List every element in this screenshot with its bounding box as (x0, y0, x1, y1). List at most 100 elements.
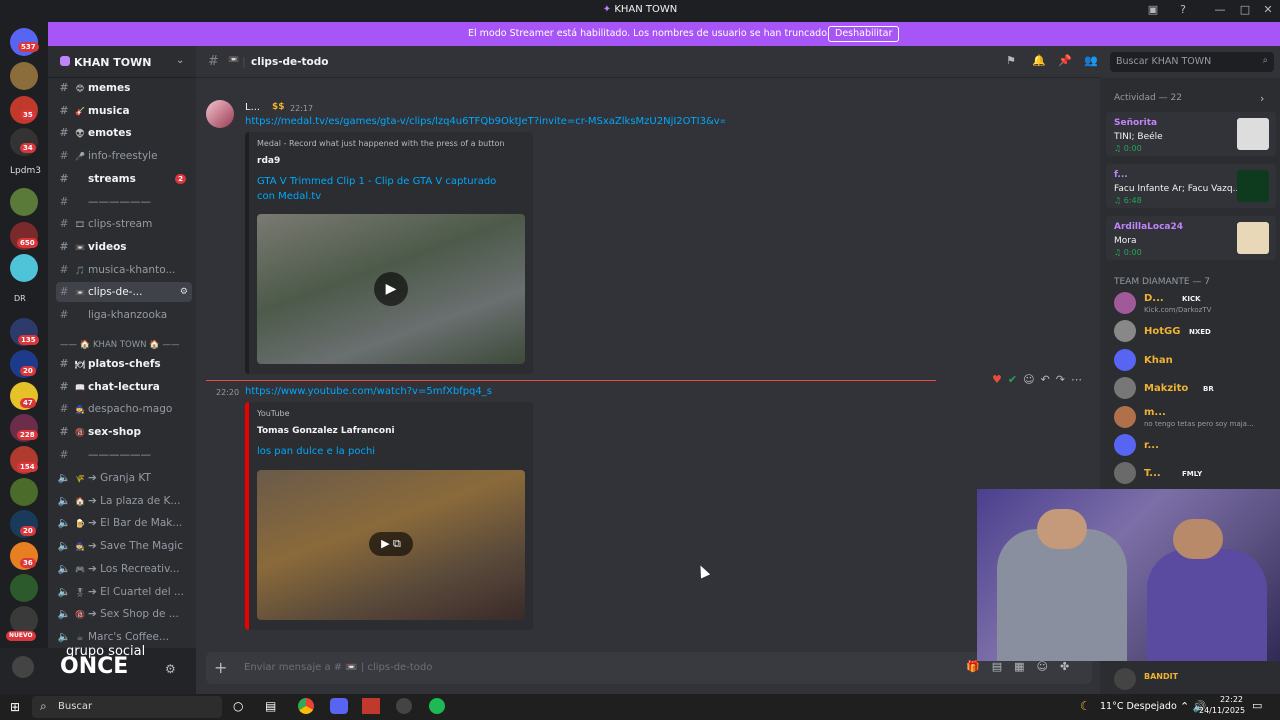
message-composer[interactable]: + Enviar mensaje a # 📼 | clips-de-todo 🎁… (206, 652, 1092, 684)
voice-channel-item[interactable]: 🔈 🔞 ➔ Sex Shop de ... (56, 604, 192, 624)
app-icon[interactable] (362, 698, 380, 714)
channel-item[interactable]: # 🎞 clips-stream (56, 214, 192, 234)
avatar[interactable] (12, 656, 34, 678)
member-name[interactable]: T... (1144, 468, 1161, 479)
chevron-down-icon[interactable]: ⌄ (176, 55, 184, 66)
server-icon[interactable] (10, 254, 38, 282)
search-input[interactable]: Buscar KHAN TOWN ⌕ (1110, 52, 1274, 72)
member-tag: BR (1203, 385, 1214, 394)
voice-channel-item[interactable]: 🔈 🎮 ➔ Los Recreativ... (56, 559, 192, 579)
embed-title[interactable]: los pan dulce e la pochi (257, 446, 375, 457)
clock-date[interactable]: 24/11/2025 (1199, 706, 1245, 715)
member-name[interactable]: m... (1144, 407, 1166, 418)
discord-icon[interactable] (330, 698, 348, 714)
windows-start-icon[interactable]: ⊞ (10, 700, 20, 714)
embed-title[interactable]: GTA V Trimmed Clip 1 - Clip de GTA V cap… (257, 174, 512, 204)
speaker-icon: 🔈 (57, 562, 71, 575)
member-name[interactable]: r... (1144, 440, 1159, 451)
reply-icon[interactable]: ↶ (1041, 373, 1050, 386)
disable-streamer-button[interactable]: Deshabilitar (828, 26, 900, 42)
member-name[interactable]: Makzito (1144, 383, 1188, 394)
close-button[interactable]: ✕ (1258, 3, 1278, 16)
channel-item[interactable]: # 🎤 info-freestyle (56, 146, 192, 166)
obs-icon[interactable] (396, 698, 412, 714)
voice-channel-item[interactable]: 🔈 🏠 ➔ La plaza de K... (56, 491, 192, 511)
avatar[interactable] (1114, 348, 1136, 371)
widgets-icon[interactable]: ▤ (265, 699, 276, 713)
play-icon[interactable]: ▶ (374, 272, 408, 306)
spotify-icon[interactable] (429, 698, 445, 714)
member-name[interactable]: D... (1144, 293, 1164, 304)
forward-icon[interactable]: ↷ (1056, 373, 1065, 386)
member-name[interactable]: HotGG (1144, 326, 1180, 337)
server-icon[interactable] (10, 574, 38, 602)
server-label[interactable]: DR (14, 294, 26, 303)
voice-channel-item[interactable]: 🔈 🍺 ➔ El Bar de Mak... (56, 513, 192, 533)
message-link[interactable]: https://medal.tv/es/games/gta-v/clips/lz… (245, 116, 725, 127)
gear-icon[interactable]: ⚙ (165, 662, 176, 676)
category-header[interactable]: —— 🏠 KHAN TOWN 🏠 —— (60, 340, 179, 350)
add-reaction-icon[interactable]: ☺ (1023, 373, 1034, 386)
member-name[interactable]: Khan (1144, 355, 1173, 366)
avatar[interactable] (1114, 434, 1136, 456)
channel-item[interactable]: # streams 2 (56, 169, 192, 189)
channel-item[interactable]: # 😊 memes (56, 78, 192, 98)
composer-tools-icon[interactable]: 🎁▤▦☺✤ (966, 660, 1081, 673)
voice-channel-item[interactable]: 🔈 🌾 ➔ Granja KT (56, 468, 192, 488)
clock-time[interactable]: 22:22 (1203, 695, 1243, 704)
taskbar-search[interactable]: ⌕ Buscar (32, 696, 222, 718)
channel-item[interactable]: # 👽 emotes (56, 123, 192, 143)
channel-item[interactable]: # 🎵 musica-khanto... (56, 260, 192, 280)
channel-item[interactable]: # 🍽 platos-chefs (56, 354, 192, 374)
voice-channel-item[interactable]: 🔈 ☕ Marc's Coffee... (56, 627, 192, 647)
pin-icon[interactable]: 📌 (1058, 54, 1072, 67)
weather-text[interactable]: 11°C Despejado (1100, 701, 1177, 712)
channel-item[interactable]: # 📼 videos (56, 237, 192, 257)
bell-icon[interactable]: 🔔 (1032, 54, 1046, 67)
channel-item[interactable]: # —————— (56, 192, 192, 212)
avatar[interactable] (1114, 292, 1136, 314)
channel-item[interactable]: # 📖 chat-lectura (56, 377, 192, 397)
chevron-right-icon[interactable]: › (1260, 92, 1264, 105)
member-name[interactable]: BANDIT (1144, 672, 1178, 681)
members-icon[interactable]: 👥 (1084, 54, 1098, 67)
voice-channel-item[interactable]: 🔈 🧙 ➔ Save The Magic (56, 536, 192, 556)
inbox-icon[interactable]: ▣ (1143, 3, 1163, 16)
more-icon[interactable]: ⋯ (1071, 373, 1082, 386)
composer-input[interactable]: Enviar mensaje a # 📼 | clips-de-todo (244, 662, 432, 673)
channel-settings-icon[interactable]: ⚙ (180, 282, 188, 302)
channel-item[interactable]: # 🧙 despacho-mago (56, 399, 192, 419)
video-thumbnail[interactable]: ▶ ⧉ (257, 470, 525, 620)
chrome-icon[interactable] (298, 698, 314, 714)
play-icon[interactable]: ▶ ⧉ (369, 532, 413, 556)
avatar[interactable] (1114, 668, 1136, 690)
channel-item[interactable]: # —————— (56, 445, 192, 465)
avatar[interactable] (1114, 405, 1136, 428)
album-art (1237, 222, 1269, 254)
server-icon[interactable] (10, 188, 38, 216)
server-icon[interactable] (10, 478, 38, 506)
server-icon[interactable] (10, 62, 38, 90)
check-reaction-icon[interactable]: ✔ (1008, 373, 1017, 386)
server-icon[interactable] (10, 606, 38, 634)
maximize-button[interactable]: □ (1235, 3, 1255, 16)
voice-channel-item[interactable]: 🔈 🎖 ➔ El Cuartel del ... (56, 582, 192, 602)
avatar[interactable] (206, 100, 234, 128)
task-view-icon[interactable]: ○ (233, 699, 243, 713)
video-thumbnail[interactable]: ▶ (257, 214, 525, 364)
notification-icon[interactable]: ▭ (1252, 699, 1262, 712)
channel-name: Marc's Coffee... (88, 630, 169, 643)
threads-icon[interactable]: ⚑ (1006, 54, 1016, 67)
message-link[interactable]: https://www.youtube.com/watch?v=5mfXbfpq… (245, 386, 492, 397)
server-label[interactable]: Lpdm3 (10, 166, 41, 176)
guild-header[interactable]: KHAN TOWN ⌄ (48, 46, 196, 78)
channel-item[interactable]: # 🔞 sex-shop (56, 422, 192, 442)
channel-item[interactable]: # liga-khanzooka (56, 305, 192, 325)
message-author[interactable]: L... (245, 102, 260, 113)
channel-item[interactable]: # 📼 clips-de-... ⚙ (56, 282, 192, 303)
help-icon[interactable]: ? (1173, 3, 1193, 16)
minimize-button[interactable]: — (1210, 3, 1230, 16)
channel-item[interactable]: # 🎸 musica (56, 101, 192, 121)
plus-icon[interactable]: + (214, 658, 227, 677)
heart-reaction-icon[interactable]: ♥ (992, 373, 1002, 386)
